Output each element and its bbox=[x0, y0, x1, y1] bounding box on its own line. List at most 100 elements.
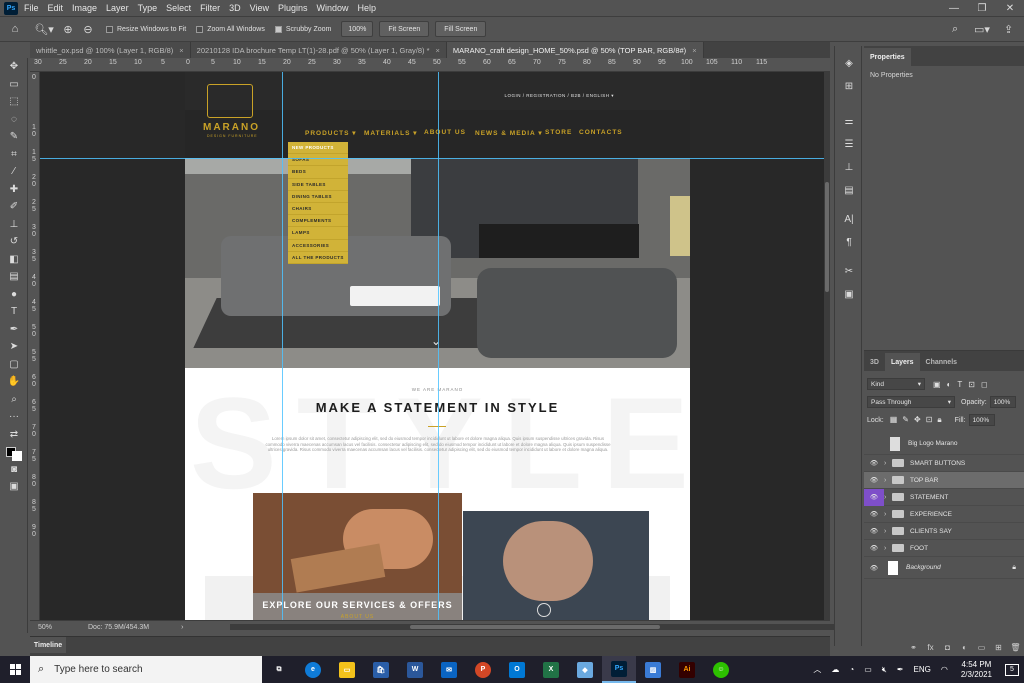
expand-arrow-icon[interactable]: › bbox=[884, 545, 892, 552]
fit-screen-button[interactable]: Fit Screen bbox=[379, 21, 430, 37]
outlook-app[interactable]: O bbox=[500, 656, 534, 683]
expand-arrow-icon[interactable]: › bbox=[884, 494, 892, 501]
tab-layers[interactable]: Layers bbox=[884, 353, 920, 371]
layer-row[interactable]: 👁︎ › TOP BAR bbox=[864, 472, 1024, 489]
menu-edit[interactable]: Edit bbox=[48, 3, 64, 13]
guide-horizontal[interactable] bbox=[40, 158, 824, 159]
tray-chevron-icon[interactable]: ︿ bbox=[813, 664, 821, 675]
status-zoom[interactable]: 50% bbox=[38, 624, 78, 631]
brush-tool-icon[interactable]: ✐ bbox=[0, 198, 28, 216]
scroll-thumb[interactable] bbox=[825, 182, 829, 292]
layer-comps-icon[interactable]: ▣ bbox=[835, 283, 863, 306]
trash-icon[interactable]: 🗑︎ bbox=[1007, 643, 1024, 652]
eye-icon[interactable]: 👁︎ bbox=[864, 472, 884, 489]
opacity-field[interactable]: 100% bbox=[989, 396, 1016, 408]
eye-icon[interactable]: 👁︎ bbox=[864, 523, 884, 540]
history-icon[interactable]: ▤ bbox=[835, 179, 863, 202]
layer-row[interactable]: 👁︎ › SMART BUTTONS bbox=[864, 455, 1024, 472]
filter-icons[interactable]: ▣◐T⊡◻ bbox=[933, 380, 994, 389]
home-icon[interactable]: ⌂ bbox=[0, 23, 30, 35]
mask-icon[interactable]: ◘ bbox=[939, 643, 956, 652]
vertical-scrollbar[interactable] bbox=[824, 72, 830, 620]
zoom-in-icon[interactable]: ⊕ bbox=[58, 23, 78, 36]
lasso-tool-icon[interactable]: ◌ bbox=[0, 111, 28, 129]
expand-arrow-icon[interactable]: › bbox=[884, 511, 892, 518]
minimize-button[interactable]: — bbox=[940, 0, 968, 16]
zoom-value-field[interactable]: 100% bbox=[341, 21, 374, 37]
clock[interactable]: 4:54 PM 2/3/2021 bbox=[961, 660, 992, 680]
color-swatches[interactable] bbox=[0, 443, 28, 461]
eyedropper-tool-icon[interactable]: ⁄ bbox=[0, 163, 28, 181]
fx-icon[interactable]: fx bbox=[922, 643, 939, 652]
blend-mode-select[interactable]: Pass Through ▾ bbox=[867, 396, 955, 408]
eye-icon[interactable]: 👁︎ bbox=[864, 455, 884, 472]
menu-file[interactable]: File bbox=[24, 3, 39, 13]
tab-brochure[interactable]: 20210128 IDA brochure Temp LT(1)-28.pdf … bbox=[190, 42, 447, 58]
layer-row[interactable]: 👁︎ › EXPERIENCE bbox=[864, 506, 1024, 523]
menu-plugins[interactable]: Plugins bbox=[278, 3, 308, 13]
grid-icon[interactable]: ⊞ bbox=[835, 75, 863, 98]
menu-view[interactable]: View bbox=[250, 3, 269, 13]
photoshop-app[interactable]: Ps bbox=[602, 656, 636, 683]
status-arrow-icon[interactable]: › bbox=[181, 624, 183, 631]
eye-icon[interactable]: 👁︎ bbox=[864, 557, 884, 579]
resize-windows-checkbox[interactable]: Resize Windows to Fit bbox=[106, 25, 186, 33]
pen-tool-icon[interactable]: ✒ bbox=[0, 321, 28, 339]
link-layers-icon[interactable]: ⚭ bbox=[905, 643, 922, 652]
menu-image[interactable]: Image bbox=[72, 3, 97, 13]
zoom-tool-icon[interactable]: ⌕ bbox=[0, 391, 28, 409]
mail-app[interactable]: ✉ bbox=[432, 656, 466, 683]
notifications-button[interactable]: 5 bbox=[1005, 663, 1019, 676]
character-icon[interactable]: A| bbox=[835, 208, 863, 231]
maximize-button[interactable]: ❐ bbox=[968, 0, 996, 16]
hand-tool-icon[interactable]: ✋ bbox=[0, 373, 28, 391]
volume-icon[interactable]: 🔇︎ bbox=[882, 665, 887, 675]
guide-vertical[interactable] bbox=[438, 72, 439, 620]
canvas-area[interactable]: MARANO DESIGN FURNITURE LOGIN / REGISTRA… bbox=[40, 72, 824, 620]
excel-app[interactable]: X bbox=[534, 656, 568, 683]
crop-tool-icon[interactable]: ⌗ bbox=[0, 146, 28, 164]
guide-vertical[interactable] bbox=[282, 72, 283, 620]
tab-channels[interactable]: Channels bbox=[920, 353, 964, 371]
workspace-icon[interactable]: ▭▾ bbox=[974, 23, 990, 36]
adjustments-icon[interactable]: ⚌ bbox=[835, 110, 863, 133]
visibility-toggle[interactable] bbox=[864, 435, 884, 452]
move-tool-icon[interactable]: ✥ bbox=[0, 58, 28, 76]
wifi-icon[interactable]: ◠ bbox=[941, 665, 948, 674]
zoom-all-windows-checkbox[interactable]: Zoom All Windows bbox=[196, 25, 265, 33]
zoom-tool-preset-icon[interactable]: 🔍︎▾ bbox=[30, 23, 58, 36]
store-app[interactable]: 🛍 bbox=[364, 656, 398, 683]
word-app[interactable]: W bbox=[398, 656, 432, 683]
file-explorer-app[interactable]: ▭ bbox=[330, 656, 364, 683]
marquee-tool-icon[interactable]: ⬚ bbox=[0, 93, 28, 111]
expand-arrow-icon[interactable]: › bbox=[884, 528, 892, 535]
tab-3d[interactable]: 3D bbox=[864, 353, 885, 371]
network-icon[interactable]: ◔ bbox=[849, 665, 854, 674]
artboard-tool-icon[interactable]: ▭ bbox=[0, 76, 28, 94]
eraser-tool-icon[interactable]: ◧ bbox=[0, 251, 28, 269]
path-select-icon[interactable]: ➤ bbox=[0, 338, 28, 356]
more-tools-icon[interactable]: ··· bbox=[0, 408, 28, 426]
menu-type[interactable]: Type bbox=[138, 3, 158, 13]
tab-marano[interactable]: MARANO_craft design_HOME_50%.psd @ 50% (… bbox=[446, 42, 704, 58]
pen-icon[interactable]: ✒ bbox=[897, 665, 904, 674]
battery-icon[interactable]: ▭ bbox=[864, 665, 872, 674]
close-tab-icon[interactable]: × bbox=[436, 46, 440, 55]
menu-filter[interactable]: Filter bbox=[200, 3, 220, 13]
expand-arrow-icon[interactable]: › bbox=[884, 460, 892, 467]
quick-mask-icon[interactable]: ◙ bbox=[0, 461, 28, 479]
share-icon[interactable]: ⇪ bbox=[1004, 23, 1013, 36]
screen-mode-icon[interactable]: ▣ bbox=[0, 478, 28, 496]
dodge-tool-icon[interactable]: ● bbox=[0, 286, 28, 304]
fill-field[interactable]: 100% bbox=[968, 414, 995, 426]
eye-icon[interactable]: 👁︎ bbox=[864, 488, 884, 506]
photos-app[interactable]: ▨ bbox=[636, 656, 670, 683]
layer-row[interactable]: 👁︎ › FOOT bbox=[864, 540, 1024, 557]
eye-icon[interactable]: 👁︎ bbox=[864, 540, 884, 557]
tab-whittle[interactable]: whittle_ox.psd @ 100% (Layer 1, RGB/8) × bbox=[30, 42, 191, 58]
horizontal-scrollbar[interactable] bbox=[230, 624, 850, 630]
scroll-thumb[interactable] bbox=[410, 625, 660, 629]
menu-layer[interactable]: Layer bbox=[106, 3, 129, 13]
wechat-app[interactable]: ☺ bbox=[704, 656, 738, 683]
stamp-icon[interactable]: ⊥ bbox=[835, 156, 863, 179]
